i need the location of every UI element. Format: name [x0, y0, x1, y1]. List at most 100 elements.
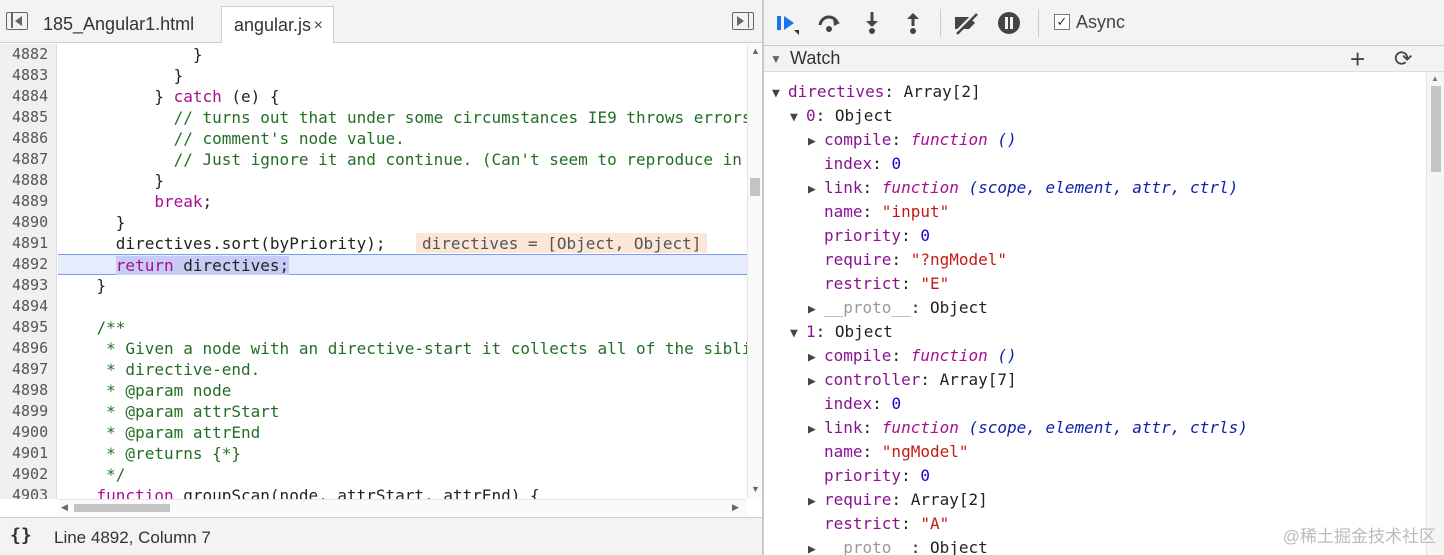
watch-tree-item[interactable]: require: "?ngModel" [764, 248, 1426, 272]
tab-angular-js[interactable]: angular.js × [221, 6, 334, 43]
watch-tree-item[interactable]: name: "input" [764, 200, 1426, 224]
resume-icon[interactable] [774, 10, 800, 36]
line-number[interactable]: 4897 [0, 359, 56, 380]
collapsed-arrow-icon[interactable]: ▶ [808, 370, 824, 394]
scroll-up-icon[interactable]: ▲ [1431, 74, 1439, 83]
watch-tree-item[interactable]: priority: 0 [764, 464, 1426, 488]
watch-tree-item[interactable]: ▶ controller: Array[7] [764, 368, 1426, 392]
watch-tree-item[interactable]: ▼ 0: Object [764, 104, 1426, 128]
code-line[interactable]: // Just ignore it and continue. (Can't s… [58, 149, 747, 170]
code-line[interactable]: } [58, 65, 747, 86]
collapse-icon[interactable]: ▼ [770, 52, 782, 66]
pause-on-exceptions-icon[interactable] [996, 10, 1022, 36]
collapsed-arrow-icon[interactable]: ▶ [808, 298, 824, 322]
code-line[interactable]: * Given a node with an directive-start i… [58, 338, 747, 359]
scroll-down-icon[interactable]: ▼ [751, 484, 760, 494]
current-execution-line[interactable]: return directives; [58, 254, 747, 275]
watch-section-header[interactable]: ▼ Watch + ⟳ [764, 44, 1444, 75]
line-number[interactable]: 4892 [0, 254, 56, 275]
scroll-left-icon[interactable]: ◀ [61, 502, 68, 513]
line-number[interactable]: 4884 [0, 86, 56, 107]
step-out-icon[interactable] [900, 10, 926, 36]
line-number[interactable]: 4895 [0, 317, 56, 338]
code-line[interactable] [58, 296, 747, 317]
line-number[interactable]: 4888 [0, 170, 56, 191]
watch-tree-item[interactable]: ▶ require: Array[2] [764, 488, 1426, 512]
collapsed-arrow-icon[interactable]: ▶ [808, 418, 824, 442]
code-line[interactable]: // comment's node value. [58, 128, 747, 149]
code-line[interactable]: // turns out that under some circumstanc… [58, 107, 747, 128]
async-checkbox[interactable]: ✓ [1054, 14, 1070, 30]
watch-tree-item[interactable]: priority: 0 [764, 224, 1426, 248]
code-line[interactable]: * @param node [58, 380, 747, 401]
step-over-icon[interactable] [816, 10, 842, 36]
line-number[interactable]: 4882 [0, 44, 56, 65]
code-line[interactable]: } [58, 170, 747, 191]
code-line[interactable]: * @returns {*} [58, 443, 747, 464]
line-number[interactable]: 4896 [0, 338, 56, 359]
line-number[interactable]: 4885 [0, 107, 56, 128]
code-line[interactable]: } catch (e) { [58, 86, 747, 107]
line-number[interactable]: 4887 [0, 149, 56, 170]
scroll-up-icon[interactable]: ▲ [751, 46, 760, 56]
line-number[interactable]: 4902 [0, 464, 56, 485]
line-number[interactable]: 4889 [0, 191, 56, 212]
tab-185-angular1[interactable]: 185_Angular1.html [31, 6, 221, 43]
code-line[interactable]: * @param attrEnd [58, 422, 747, 443]
code-line[interactable]: /** [58, 317, 747, 338]
line-number[interactable]: 4891 [0, 233, 56, 254]
scroll-right-icon[interactable]: ▶ [732, 502, 739, 513]
collapsed-arrow-icon[interactable]: ▶ [808, 130, 824, 154]
line-number[interactable]: 4899 [0, 401, 56, 422]
line-number[interactable]: 4901 [0, 443, 56, 464]
line-number[interactable]: 4894 [0, 296, 56, 317]
code-editor[interactable]: } } } catch (e) { // turns out that unde… [58, 44, 747, 499]
watch-tree-item[interactable]: ▼ 1: Object [764, 320, 1426, 344]
async-label[interactable]: Async [1076, 12, 1125, 33]
watch-tree-item[interactable]: ▶ link: function (scope, element, attr, c… [764, 416, 1426, 440]
watch-tree-item[interactable]: ▶ compile: function () [764, 344, 1426, 368]
line-number[interactable]: 4900 [0, 422, 56, 443]
editor-horizontal-scrollbar[interactable]: ◀ ▶ [58, 499, 747, 516]
line-number[interactable]: 4893 [0, 275, 56, 296]
line-number[interactable]: 4898 [0, 380, 56, 401]
editor-vertical-scrollbar[interactable]: ▲ ▼ [747, 44, 762, 499]
pretty-print-icon[interactable]: {} [10, 525, 32, 546]
expanded-arrow-icon[interactable]: ▼ [772, 82, 788, 106]
watch-scrollbar[interactable]: ▲ [1426, 72, 1444, 555]
code-line[interactable]: directives.sort(byPriority); directives =… [58, 233, 747, 254]
watch-tree-item[interactable]: ▶ __proto__: Object [764, 296, 1426, 320]
watch-tree-item[interactable]: index: 0 [764, 152, 1426, 176]
code-line[interactable]: } [58, 44, 747, 65]
watch-tree-item[interactable]: ▶ link: function (scope, element, attr, c… [764, 176, 1426, 200]
expanded-arrow-icon[interactable]: ▼ [790, 322, 806, 346]
refresh-watch-icon[interactable]: ⟳ [1394, 46, 1412, 72]
collapsed-arrow-icon[interactable]: ▶ [808, 346, 824, 370]
line-number[interactable]: 4890 [0, 212, 56, 233]
expanded-arrow-icon[interactable]: ▼ [790, 106, 806, 130]
watch-tree-item[interactable]: ▶ compile: function () [764, 128, 1426, 152]
code-line[interactable]: * @param attrStart [58, 401, 747, 422]
code-line[interactable]: * directive-end. [58, 359, 747, 380]
toggle-debugger-icon[interactable] [732, 12, 754, 30]
code-line[interactable]: } [58, 212, 747, 233]
collapsed-arrow-icon[interactable]: ▶ [808, 178, 824, 202]
collapsed-arrow-icon[interactable]: ▶ [808, 490, 824, 514]
close-tab-icon[interactable]: × [314, 7, 323, 44]
code-line[interactable]: } [58, 275, 747, 296]
scroll-thumb[interactable] [1431, 86, 1441, 172]
scroll-thumb[interactable] [750, 178, 760, 196]
line-number[interactable]: 4883 [0, 65, 56, 86]
deactivate-breakpoints-icon[interactable] [952, 10, 982, 36]
watch-tree-item[interactable]: name: "ngModel" [764, 440, 1426, 464]
line-number[interactable]: 4903 [0, 485, 56, 499]
step-into-icon[interactable] [859, 10, 885, 36]
toggle-navigator-icon[interactable] [6, 12, 28, 30]
code-line[interactable]: break; [58, 191, 747, 212]
watch-tree-item[interactable]: ▼ directives: Array[2] [764, 80, 1426, 104]
scroll-thumb[interactable] [74, 504, 170, 512]
watch-tree-item[interactable]: index: 0 [764, 392, 1426, 416]
watch-tree-item[interactable]: restrict: "E" [764, 272, 1426, 296]
collapsed-arrow-icon[interactable]: ▶ [808, 538, 824, 555]
add-watch-icon[interactable]: + [1350, 44, 1365, 75]
